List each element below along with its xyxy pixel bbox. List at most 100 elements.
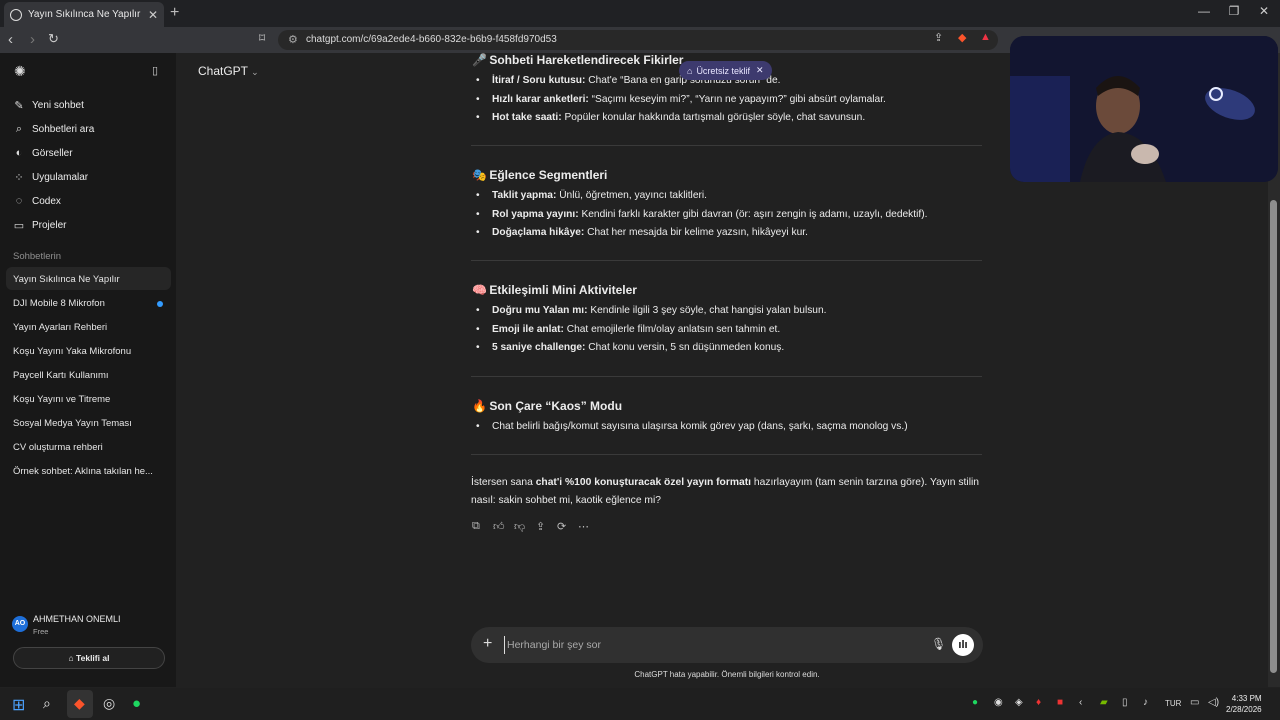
tray-app-icon[interactable]: ‹ bbox=[1079, 697, 1082, 708]
divider bbox=[471, 145, 982, 146]
tray-app-icon[interactable]: ◉ bbox=[994, 697, 1003, 708]
tray-app-icon[interactable]: ■ bbox=[1057, 697, 1063, 708]
chevron-down-icon: ⌄ bbox=[251, 67, 259, 77]
browser-tab[interactable]: Yayın Sıkılınca Ne Yapılır ✕ bbox=[4, 2, 164, 27]
sidebar-item-new-chat[interactable]: ✎ Yeni sohbet bbox=[12, 95, 84, 115]
sidebar-toggle-icon[interactable]: ▯ bbox=[152, 64, 158, 77]
section-heading-text: Son Çare “Kaos” Modu bbox=[489, 399, 623, 413]
list-item: Taklit yapma: Ünlü, öğretmen, yayıncı ta… bbox=[476, 190, 707, 201]
reload-icon[interactable]: ↻ bbox=[48, 31, 59, 47]
image-icon: ◐ bbox=[15, 147, 23, 159]
free-offer-pill[interactable]: ⌂ Ücretsiz teklif ✕ bbox=[679, 61, 772, 80]
microphone-icon[interactable]: ♪ bbox=[1143, 697, 1148, 708]
time: 4:33 PM bbox=[1231, 694, 1262, 703]
site-settings-icon[interactable]: ⚙ bbox=[288, 33, 298, 46]
list-item: Doğru mu Yalan mı: Kendinle ilgili 3 şey… bbox=[476, 305, 826, 316]
chat-item[interactable]: DJI Mobile 8 Mikrofon bbox=[13, 298, 105, 309]
chat-item[interactable]: Koşu Yayını ve Titreme bbox=[13, 394, 110, 405]
spotify-tray-icon[interactable]: ● bbox=[972, 697, 978, 708]
user-name[interactable]: AHMETHAN ONEMLI bbox=[33, 614, 121, 624]
forward-icon[interactable]: › bbox=[30, 31, 35, 48]
sidebar-item-codex[interactable]: ◌ Codex bbox=[12, 191, 61, 211]
thumbs-up-icon[interactable]: 👍︎ bbox=[493, 520, 505, 533]
brave-browser-icon[interactable]: ◆ bbox=[74, 695, 85, 712]
microphone-icon[interactable]: 🎙︎ bbox=[931, 637, 946, 651]
obs-icon[interactable]: ◎ bbox=[103, 695, 115, 712]
tray-mic-icon[interactable]: ♦ bbox=[1036, 697, 1041, 708]
spotify-icon[interactable]: ● bbox=[132, 695, 141, 712]
sidebar-item-label: Codex bbox=[32, 195, 61, 207]
chat-item[interactable]: Sosyal Medya Yayın Teması bbox=[13, 418, 132, 429]
network-icon[interactable]: ▭ bbox=[1190, 697, 1199, 708]
model-name: ChatGPT bbox=[198, 64, 248, 78]
gift-icon: ⌂ bbox=[68, 653, 77, 663]
sidebar-item-label: Sohbetleri ara bbox=[32, 123, 95, 135]
sidebar-item-label: Uygulamalar bbox=[32, 171, 89, 183]
usb-icon[interactable]: ▯ bbox=[1122, 697, 1128, 708]
brave-shields-icon[interactable]: ◆ bbox=[958, 31, 966, 44]
regenerate-icon[interactable]: ⟳ bbox=[557, 520, 566, 533]
microphone-emoji-icon: 🎤 bbox=[472, 53, 487, 67]
more-options-icon[interactable]: ⋯ bbox=[578, 520, 589, 533]
share-icon[interactable]: ⇪ bbox=[934, 31, 943, 44]
section-heading: 🎭 Eğlence Segmentleri bbox=[472, 168, 607, 182]
chatgpt-logo-icon[interactable]: ✺ bbox=[14, 63, 26, 80]
sidebar-item-projects[interactable]: ▭ Projeler bbox=[12, 215, 67, 235]
browser-tab-strip: Yayın Sıkılınca Ne Yapılır ✕ + — ❐ ✕ bbox=[0, 0, 1280, 27]
brain-emoji-icon: 🧠 bbox=[472, 283, 487, 297]
input-language[interactable]: TUR bbox=[1165, 699, 1181, 708]
gift-icon: ⌂ bbox=[687, 65, 693, 76]
maximize-icon[interactable]: ❐ bbox=[1224, 4, 1244, 18]
search-icon[interactable]: ⌕ bbox=[43, 695, 51, 712]
sidebar-item-label: Görseller bbox=[32, 147, 73, 159]
share-icon[interactable]: ⇪ bbox=[536, 520, 545, 533]
chat-item[interactable]: Koşu Yayını Yaka Mikrofonu bbox=[13, 346, 131, 357]
webcam-overlay bbox=[1010, 36, 1278, 182]
close-window-icon[interactable]: ✕ bbox=[1254, 4, 1274, 18]
user-plan: Free bbox=[33, 627, 49, 636]
copy-icon[interactable]: ⧉ bbox=[472, 520, 480, 533]
close-icon[interactable]: ✕ bbox=[756, 65, 764, 76]
voice-mode-button[interactable]: ılı bbox=[952, 634, 974, 656]
upgrade-button[interactable]: ⌂ Teklifi al bbox=[13, 647, 165, 669]
scrollbar-thumb[interactable] bbox=[1270, 200, 1277, 673]
brave-rewards-icon[interactable]: ▲ bbox=[980, 31, 991, 43]
webcam-feed-image bbox=[1010, 36, 1278, 182]
plus-icon[interactable]: + bbox=[483, 635, 492, 653]
thumbs-down-icon[interactable]: 👎︎ bbox=[514, 520, 525, 533]
tray-app-icon[interactable]: ◈ bbox=[1015, 697, 1023, 708]
chat-item[interactable]: Paycell Kartı Kullanımı bbox=[13, 370, 109, 381]
chat-item[interactable]: Yayın Sıkılınca Ne Yapılır bbox=[13, 274, 120, 285]
minimize-icon[interactable]: — bbox=[1194, 4, 1214, 18]
sidebar-item-search[interactable]: ⌕ Sohbetleri ara bbox=[12, 119, 94, 139]
back-icon[interactable]: ‹ bbox=[8, 31, 13, 48]
volume-icon[interactable]: ◁) bbox=[1208, 697, 1219, 708]
sidebar-item-images[interactable]: ◐ Görseller bbox=[12, 143, 73, 163]
windows-start-icon[interactable]: ⊞ bbox=[12, 695, 25, 715]
edit-icon: ✎ bbox=[14, 99, 24, 112]
model-selector[interactable]: ChatGPT ⌄ bbox=[198, 64, 259, 78]
divider bbox=[471, 260, 982, 261]
avatar[interactable]: AO bbox=[12, 616, 28, 632]
sidebar-item-apps[interactable]: ⁘ Uygulamalar bbox=[12, 167, 88, 187]
chat-item[interactable]: Yayın Ayarları Rehberi bbox=[13, 322, 107, 333]
chat-item[interactable]: Örnek sohbet: Aklına takılan he... bbox=[13, 466, 153, 477]
list-item: Emoji ile anlat: Chat emojilerle film/ol… bbox=[476, 324, 780, 335]
theater-masks-emoji-icon: 🎭 bbox=[472, 168, 487, 182]
section-heading-text: Sohbeti Hareketlendirecek Fikirler bbox=[489, 53, 684, 67]
section-heading-text: Eğlence Segmentleri bbox=[489, 168, 608, 182]
divider bbox=[471, 376, 982, 377]
list-item: Rol yapma yayını: Kendini farklı karakte… bbox=[476, 209, 927, 220]
search-icon: ⌕ bbox=[15, 122, 23, 135]
clock[interactable]: 4:33 PM 2/28/2026 bbox=[1226, 693, 1262, 715]
section-heading: 🔥 Son Çare “Kaos” Modu bbox=[472, 399, 622, 413]
bookmark-icon[interactable]: ⌑ bbox=[259, 31, 265, 45]
new-tab-icon[interactable]: + bbox=[170, 4, 179, 22]
section-heading: 🎤 Sohbeti Hareketlendirecek Fikirler bbox=[472, 53, 683, 67]
url-field[interactable]: ⚙ chatgpt.com/c/69a2ede4-b660-832e-b6b9-… bbox=[278, 30, 998, 50]
chat-item[interactable]: CV oluşturma rehberi bbox=[13, 442, 103, 453]
prompt-input[interactable] bbox=[504, 636, 924, 654]
close-tab-icon[interactable]: ✕ bbox=[148, 8, 158, 22]
fire-emoji-icon: 🔥 bbox=[472, 399, 487, 413]
nvidia-icon[interactable]: ▰ bbox=[1100, 697, 1108, 708]
